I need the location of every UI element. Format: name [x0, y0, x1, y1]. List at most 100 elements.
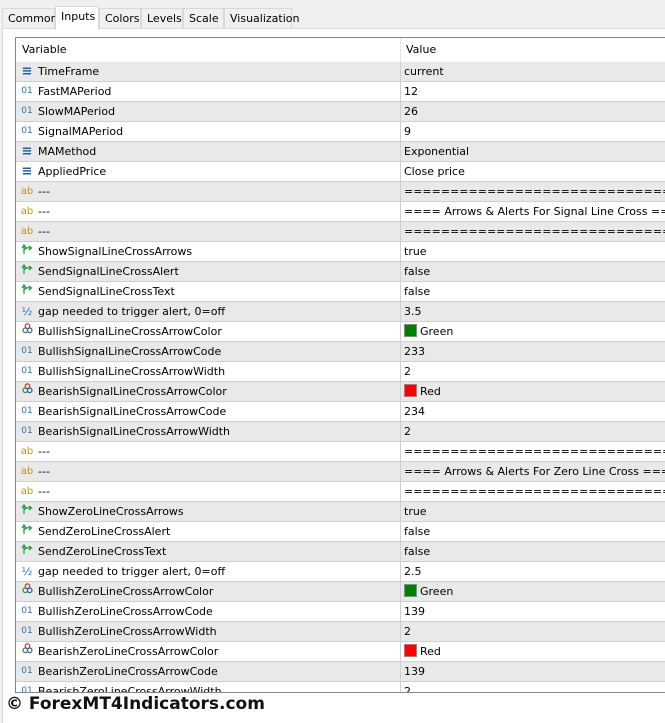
table-row[interactable]: 01 BullishZeroLineCrossArrowCode 139	[16, 602, 665, 622]
value-cell[interactable]: false	[400, 522, 665, 541]
variable-cell: ab ---	[16, 222, 400, 241]
table-row[interactable]: SendZeroLineCrossAlert false	[16, 522, 665, 542]
variable-cell: ab ---	[16, 202, 400, 221]
value-cell[interactable]: ========================================…	[400, 442, 665, 461]
variable-cell: TimeFrame	[16, 62, 400, 81]
table-row[interactable]: SendSignalLineCrossAlert false	[16, 262, 665, 282]
variable-name: SlowMAPeriod	[38, 105, 116, 118]
value-cell[interactable]: Green	[400, 322, 665, 341]
value-cell[interactable]: 3.5	[400, 302, 665, 321]
value-cell[interactable]: Green	[400, 582, 665, 601]
table-row[interactable]: MAMethod Exponential	[16, 142, 665, 162]
variable-cell: ab ---	[16, 182, 400, 201]
value-cell[interactable]: Red	[400, 382, 665, 401]
table-row[interactable]: ab --- ==== Arrows & Alerts For Signal Lin…	[16, 202, 665, 222]
table-row[interactable]: BullishZeroLineCrossArrowColor Green	[16, 582, 665, 602]
tab-common[interactable]: Common	[2, 8, 58, 28]
tab-visualization[interactable]: Visualization	[224, 8, 299, 28]
value-cell[interactable]: 139	[400, 662, 665, 681]
color-icon	[20, 322, 34, 341]
value-cell[interactable]: ==== Arrows & Alerts For Zero Line Cross…	[400, 462, 665, 481]
table-row[interactable]: SendZeroLineCrossText false	[16, 542, 665, 562]
table-row[interactable]: ShowZeroLineCrossArrows true	[16, 502, 665, 522]
table-row[interactable]: 01 SlowMAPeriod 26	[16, 102, 665, 122]
table-row[interactable]: ab --- ===================================…	[16, 482, 665, 502]
variable-name: ---	[38, 445, 50, 458]
table-row[interactable]: 01 BearishZeroLineCrossArrowWidth 2	[16, 682, 665, 692]
table-row[interactable]: 01 BullishZeroLineCrossArrowWidth 2	[16, 622, 665, 642]
variable-cell: ShowSignalLineCrossArrows	[16, 242, 400, 261]
tab-colors[interactable]: Colors	[99, 8, 141, 28]
value-cell[interactable]: ========================================…	[400, 182, 665, 201]
table-row[interactable]: AppliedPrice Close price	[16, 162, 665, 182]
value-cell[interactable]: 2	[400, 362, 665, 381]
color-swatch	[404, 584, 417, 597]
value-cell[interactable]: Exponential	[400, 142, 665, 161]
variable-name: BullishSignalLineCrossArrowWidth	[38, 365, 226, 378]
table-row[interactable]: TimeFrame current	[16, 62, 665, 82]
value-cell[interactable]: false	[400, 282, 665, 301]
value-cell[interactable]: 2	[400, 422, 665, 441]
table-row[interactable]: 01 BullishSignalLineCrossArrowCode 233	[16, 342, 665, 362]
table-row[interactable]: BullishSignalLineCrossArrowColor Green	[16, 322, 665, 342]
inputs-grid: Variable Value TimeFrame current 01 FastMAP…	[15, 37, 665, 693]
color-swatch	[404, 384, 417, 397]
grid-rows: TimeFrame current 01 FastMAPeriod 12 01 SlowMA…	[16, 62, 665, 692]
value-cell[interactable]: 9	[400, 122, 665, 141]
value-cell[interactable]: true	[400, 242, 665, 261]
tab-scale[interactable]: Scale	[183, 8, 224, 28]
tab-inputs[interactable]: Inputs	[55, 6, 99, 30]
value-cell[interactable]: 139	[400, 602, 665, 621]
value-cell[interactable]: 2	[400, 682, 665, 692]
table-row[interactable]: BearishZeroLineCrossArrowColor Red	[16, 642, 665, 662]
color-icon	[20, 582, 34, 601]
variable-name: MAMethod	[38, 145, 97, 158]
table-row[interactable]: ShowSignalLineCrossArrows true	[16, 242, 665, 262]
variable-cell: 01 BearishSignalLineCrossArrowCode	[16, 402, 400, 421]
value-cell[interactable]: 12	[400, 82, 665, 101]
table-row[interactable]: BearishSignalLineCrossArrowColor Red	[16, 382, 665, 402]
table-row[interactable]: ab --- ===================================…	[16, 182, 665, 202]
value-text: 234	[404, 405, 425, 418]
table-row[interactable]: ab --- ==== Arrows & Alerts For Zero Line …	[16, 462, 665, 482]
value-cell[interactable]: ========================================…	[400, 482, 665, 501]
value-cell[interactable]: ========================================…	[400, 222, 665, 241]
table-row[interactable]: ½ gap needed to trigger alert, 0=off 2.5	[16, 562, 665, 582]
inputs-panel: Variable Value TimeFrame current 01 FastMAP…	[2, 28, 665, 723]
variable-name: BullishSignalLineCrossArrowCode	[38, 345, 222, 358]
table-row[interactable]: ab --- ===================================…	[16, 442, 665, 462]
table-row[interactable]: 01 BearishZeroLineCrossArrowCode 139	[16, 662, 665, 682]
value-cell[interactable]: 233	[400, 342, 665, 361]
column-header-variable[interactable]: Variable	[16, 38, 400, 62]
variable-name: ---	[38, 225, 50, 238]
value-cell[interactable]: 2	[400, 622, 665, 641]
table-row[interactable]: ½ gap needed to trigger alert, 0=off 3.5	[16, 302, 665, 322]
value-text: Red	[420, 385, 441, 398]
value-cell[interactable]: false	[400, 262, 665, 281]
value-cell[interactable]: 234	[400, 402, 665, 421]
value-cell[interactable]: current	[400, 62, 665, 81]
table-row[interactable]: 01 FastMAPeriod 12	[16, 82, 665, 102]
table-row[interactable]: 01 BullishSignalLineCrossArrowWidth 2	[16, 362, 665, 382]
variable-name: BearishSignalLineCrossArrowCode	[38, 405, 227, 418]
tab-bar: Common Inputs Colors Levels Scale Visual…	[0, 0, 665, 30]
table-row[interactable]: SendSignalLineCrossText false	[16, 282, 665, 302]
table-row[interactable]: 01 SignalMAPeriod 9	[16, 122, 665, 142]
column-header-value[interactable]: Value	[400, 38, 436, 62]
boolean-icon	[20, 262, 34, 281]
value-cell[interactable]: 2.5	[400, 562, 665, 581]
table-row[interactable]: 01 BearishSignalLineCrossArrowCode 234	[16, 402, 665, 422]
variable-name: SendZeroLineCrossText	[38, 545, 167, 558]
value-cell[interactable]: Close price	[400, 162, 665, 181]
value-cell[interactable]: false	[400, 542, 665, 561]
value-cell[interactable]: 26	[400, 102, 665, 121]
table-row[interactable]: ab --- ===================================…	[16, 222, 665, 242]
value-cell[interactable]: ==== Arrows & Alerts For Signal Line Cro…	[400, 202, 665, 221]
value-text: ==== Arrows & Alerts For Signal Line Cro…	[404, 205, 665, 218]
integer-icon: 01	[21, 406, 33, 416]
tab-levels[interactable]: Levels	[141, 8, 183, 28]
value-cell[interactable]: Red	[400, 642, 665, 661]
table-row[interactable]: 01 BearishSignalLineCrossArrowWidth 2	[16, 422, 665, 442]
variable-cell: ShowZeroLineCrossArrows	[16, 502, 400, 521]
value-cell[interactable]: true	[400, 502, 665, 521]
